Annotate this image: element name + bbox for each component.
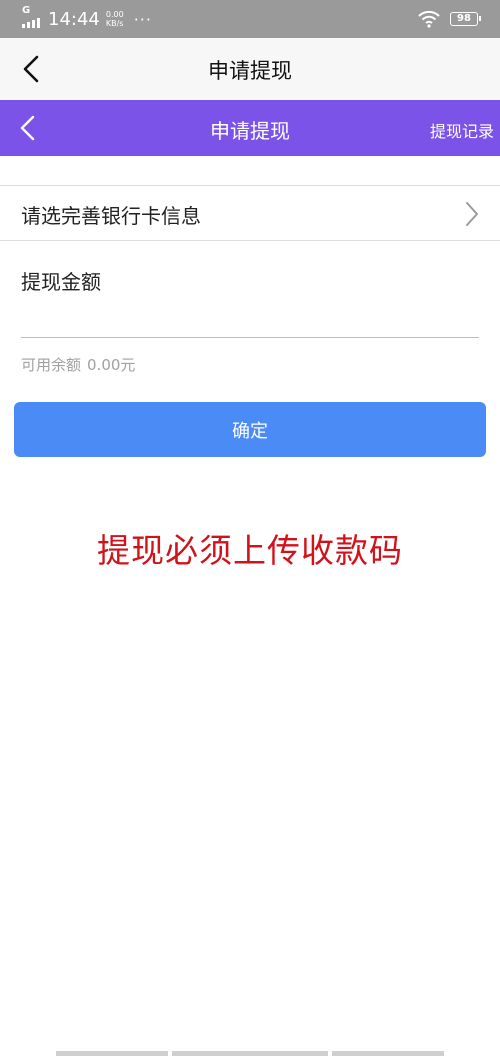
balance-label: 可用余额 [21, 356, 82, 374]
signal-bars [22, 18, 40, 28]
available-balance: 可用余额 0.00元 [21, 354, 135, 375]
status-bar: G 14:44 0.00 KB/s ··· 98 [0, 0, 500, 38]
balance-value: 0.00元 [87, 356, 136, 374]
bank-card-label: 请选完善银行卡信息 [21, 204, 201, 228]
more-notifications-icon: ··· [133, 9, 152, 29]
page-title: 申请提现 [208, 59, 292, 83]
confirm-button[interactable]: 确定 [14, 402, 486, 457]
network-speed-unit: KB/s [105, 19, 124, 28]
status-left: G 14:44 0.00 KB/s ··· [22, 5, 152, 30]
network-speed: 0.00 KB/s [106, 10, 124, 28]
amount-input[interactable] [21, 298, 479, 338]
wifi-icon [418, 10, 440, 28]
battery-icon: 98 [450, 12, 481, 26]
app-header: 申请提现 [0, 38, 500, 100]
status-time: 14:44 [48, 8, 100, 30]
status-right: 98 [418, 9, 481, 29]
bank-card-row[interactable]: 请选完善银行卡信息 [0, 186, 500, 240]
amount-label: 提现金额 [21, 270, 101, 294]
upload-code-notice: 提现必须上传收款码 [97, 531, 403, 570]
web-header: 申请提现 提现记录 [0, 100, 500, 156]
network-type: G [22, 5, 31, 16]
withdraw-history-link[interactable]: 提现记录 [430, 118, 494, 142]
divider [0, 240, 500, 241]
signal-icon: G [22, 5, 44, 30]
web-page-title: 申请提现 [210, 119, 290, 143]
network-speed-value: 0.00 [105, 10, 124, 19]
bottom-edge [0, 1051, 500, 1056]
chevron-right-icon [466, 202, 478, 226]
battery-level: 98 [457, 13, 471, 24]
